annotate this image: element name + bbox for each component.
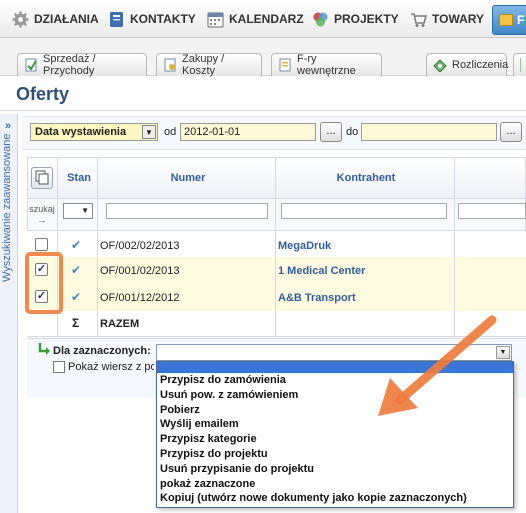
advanced-search-panel-toggle[interactable]: » Wyszukiwanie zaawansowane: [0, 114, 18, 513]
from-label: od: [164, 126, 177, 138]
page-title: Oferty: [16, 84, 70, 104]
projects-icon: [312, 11, 329, 28]
contractor-link[interactable]: MegaDruk: [278, 240, 331, 252]
address-book-icon: [108, 11, 125, 28]
invoice-icon: [163, 58, 177, 72]
offer-number[interactable]: OF/001/02/2013: [100, 265, 180, 277]
folder-icon: [499, 14, 513, 26]
header-kontrahent[interactable]: Kontrahent: [278, 172, 454, 184]
show-row-checkbox[interactable]: [53, 361, 65, 373]
date-from-input[interactable]: 2012-01-01: [180, 123, 316, 141]
dropdown-option[interactable]: Kopiuj (utwórz nowe dokumenty jako kopie…: [157, 491, 513, 506]
status-filter-select[interactable]: ▼: [63, 203, 93, 219]
dropdown-option[interactable]: Przypisz do projektu: [157, 447, 513, 462]
date-field-value: Data wystawienia: [35, 126, 127, 138]
nav-towary[interactable]: TOWARY: [410, 8, 484, 30]
nav-kontakty[interactable]: KONTAKTY: [108, 8, 196, 30]
copy-icon: [35, 170, 49, 185]
money-icon: [433, 58, 447, 73]
divider: [0, 110, 526, 111]
top-navigation: DZIAŁANIA KONTAKTY KALENDARZ PROJEKTY TO…: [0, 0, 526, 38]
sum-icon: Σ: [72, 316, 80, 330]
chevron-right-icon: »: [5, 120, 12, 132]
nav-kalendarz[interactable]: KALENDARZ: [207, 8, 304, 30]
show-row-label: Pokaż wiersz z poc: [68, 361, 154, 373]
tab-label: Sprzedaż / Przychody: [43, 53, 96, 77]
green-arrow-icon: [38, 343, 50, 355]
gear-icon: [12, 11, 29, 28]
contractor-link[interactable]: A&B Transport: [278, 292, 356, 304]
status-check-icon: ✔: [71, 238, 82, 252]
advanced-search-label: Wyszukiwanie zaawansowane: [1, 134, 13, 283]
highlight-box: [25, 252, 63, 314]
nav-label: KALENDARZ: [229, 12, 304, 26]
date-to-picker-button[interactable]: ...: [500, 122, 522, 142]
invoice-icon: [520, 58, 521, 72]
status-check-icon: ✔: [71, 263, 82, 277]
nav-label: PROJEKTY: [334, 12, 399, 26]
tab-zakupy[interactable]: Zakupy / Koszty: [156, 53, 262, 77]
nav-projekty[interactable]: PROJEKTY: [312, 8, 399, 30]
invoice-icon: [278, 58, 292, 72]
tab-more[interactable]: [513, 53, 526, 76]
offer-number[interactable]: OF/002/02/2013: [100, 240, 180, 252]
bulk-actions-label: Dla zaznaczonych:: [53, 345, 151, 357]
nav-label: TOWARY: [432, 12, 485, 26]
tab-rozliczenia[interactable]: Rozliczenia: [426, 53, 509, 76]
date-to-input[interactable]: [361, 123, 497, 141]
nav-label: DZIAŁANIA: [34, 12, 99, 26]
nav-active-label: F: [517, 13, 525, 27]
table-row[interactable]: ✓ ✔ OF/001/12/2012 A&B Transport: [27, 284, 526, 312]
header-numer[interactable]: Numer: [102, 172, 274, 184]
tab-label: F-ry wewnętrzne: [297, 53, 356, 77]
tab-sprzedaz[interactable]: Sprzedaż / Przychody: [17, 53, 147, 77]
extra-filter-input[interactable]: [458, 203, 526, 219]
contractor-link[interactable]: 1 Medical Center: [278, 265, 365, 277]
nav-active-tab[interactable]: F: [492, 5, 526, 35]
dropdown-option[interactable]: Usuń przypisanie do projektu: [157, 462, 513, 477]
status-check-icon: ✔: [71, 290, 82, 304]
chevron-down-icon: ▼: [81, 206, 89, 215]
number-filter-input[interactable]: [106, 203, 268, 219]
tab-fry-wewnetrzne[interactable]: F-ry wewnętrzne: [271, 53, 382, 77]
tab-label: Zakupy / Koszty: [182, 53, 225, 77]
column-divider: [97, 157, 98, 337]
table-filter-row: [27, 199, 526, 231]
header-stan[interactable]: Stan: [64, 172, 94, 184]
table-row[interactable]: ✔ OF/002/02/2013 MegaDruk: [27, 232, 526, 260]
nav-dzialania[interactable]: DZIAŁANIA: [12, 8, 99, 30]
annotation-arrow-icon: [378, 315, 497, 416]
sum-label: RAZEM: [100, 318, 140, 330]
arrow-right-icon: →: [37, 215, 47, 225]
chevron-down-icon: ▼: [142, 125, 156, 139]
to-label: do: [346, 126, 359, 138]
column-divider: [454, 157, 455, 337]
table-row[interactable]: ✓ ✔ OF/001/02/2013 1 Medical Center: [27, 257, 526, 285]
nav-label: KONTAKTY: [130, 12, 196, 26]
row-checkbox[interactable]: [35, 238, 48, 251]
dropdown-option[interactable]: pokaż zaznaczone: [157, 477, 513, 492]
tab-label: Rozliczenia: [452, 59, 509, 71]
table-header: Stan Numer Kontrahent: [27, 157, 526, 199]
date-from-picker-button[interactable]: ...: [320, 122, 342, 142]
dropdown-option[interactable]: Przypisz kategorie: [157, 432, 513, 447]
contractor-filter-input[interactable]: [281, 203, 447, 219]
sub-tabs: Sprzedaż / Przychody Zakupy / Koszty F-r…: [0, 38, 526, 77]
offer-number[interactable]: OF/001/12/2012: [100, 292, 180, 304]
search-label-text: szukaj: [29, 204, 55, 214]
date-field-select[interactable]: Data wystawienia ▼: [30, 123, 158, 141]
search-label: szukaj →: [28, 204, 56, 226]
cart-icon: [410, 11, 428, 28]
calendar-icon: [207, 11, 224, 28]
invoice-icon: [24, 58, 38, 72]
copy-columns-button[interactable]: [31, 167, 53, 189]
column-divider: [275, 157, 276, 337]
